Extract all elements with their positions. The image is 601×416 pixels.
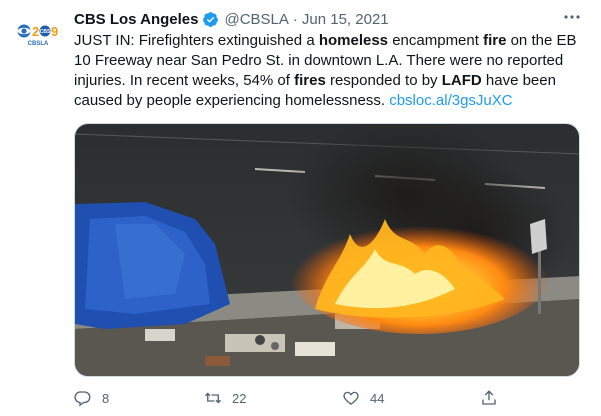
- svg-text:CBSLA: CBSLA: [28, 41, 49, 47]
- tweet[interactable]: 2 CBS 9 CBSLA CBS Los Angeles @CBSLA · J…: [0, 0, 601, 416]
- retweet-action[interactable]: 22: [204, 389, 246, 407]
- tweet-text-bold: homeless: [318, 32, 389, 49]
- verified-badge-icon: [203, 11, 219, 27]
- retweet-icon: [205, 392, 221, 404]
- tweet-link[interactable]: cbsloc.al/3gsJuXC: [389, 92, 512, 109]
- tweet-header: CBS Los Angeles @CBSLA · Jun 15, 2021: [74, 8, 587, 30]
- reply-icon: [74, 391, 91, 407]
- like-count: 44: [370, 390, 385, 406]
- tweet-text-bold: fire: [483, 32, 507, 49]
- reply-action[interactable]: 8: [74, 389, 109, 407]
- author-handle[interactable]: @CBSLA: [224, 11, 288, 28]
- tweet-text-part: JUST IN: Firefighters extinguished a: [74, 32, 319, 49]
- more-icon[interactable]: [563, 10, 581, 24]
- tweet-text-part: responded to by: [325, 72, 442, 89]
- tweet-text: JUST IN: Firefighters extinguished a hom…: [74, 31, 584, 111]
- retweet-count: 22: [232, 390, 247, 406]
- like-action[interactable]: 44: [342, 389, 384, 407]
- fire-scene-image: [75, 124, 579, 376]
- svg-text:2: 2: [32, 24, 39, 39]
- tweet-text-bold: fires: [294, 72, 326, 89]
- avatar[interactable]: 2 CBS 9 CBSLA: [14, 11, 62, 59]
- cbs-la-logo: 2 CBS 9 CBSLA: [14, 11, 62, 59]
- share-icon: [482, 390, 496, 405]
- author-name[interactable]: CBS Los Angeles: [74, 11, 198, 28]
- separator: ·: [292, 10, 298, 28]
- tweet-actions: 8 22 44: [74, 389, 574, 411]
- reply-count: 8: [102, 390, 110, 406]
- share-action[interactable]: [480, 389, 498, 407]
- svg-text:9: 9: [51, 24, 58, 39]
- tweet-text-part: encampment: [388, 32, 484, 49]
- tweet-date[interactable]: Jun 15, 2021: [302, 11, 389, 28]
- tweet-photo[interactable]: [74, 123, 580, 377]
- svg-text:CBS: CBS: [40, 29, 51, 35]
- heart-icon: [343, 391, 359, 405]
- tweet-text-bold: LAFD: [441, 72, 482, 89]
